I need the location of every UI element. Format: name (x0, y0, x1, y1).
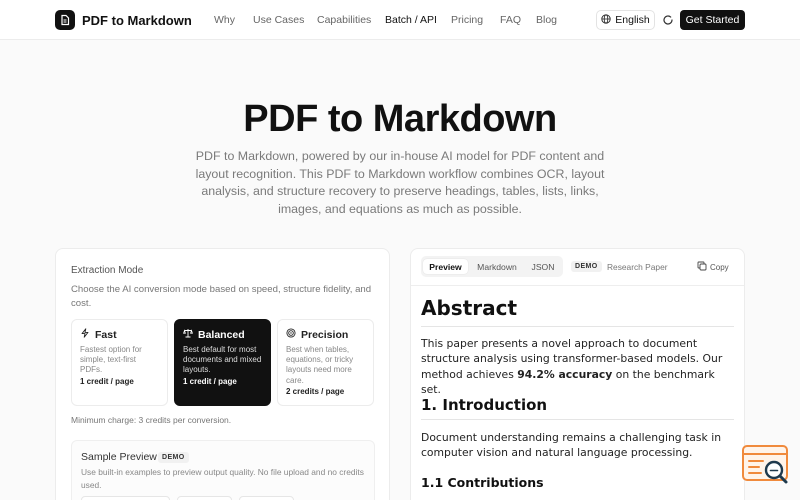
nav-why[interactable]: Why (214, 14, 235, 26)
extraction-mode-description: Choose the AI conversion mode based on s… (71, 284, 372, 309)
mode-name: Fast (95, 328, 117, 341)
card-divider (411, 285, 744, 286)
sample-document-name: Research Paper (607, 262, 668, 272)
scale-icon (183, 328, 193, 341)
nav-pricing[interactable]: Pricing (451, 14, 483, 26)
loading-spinner-icon (662, 13, 674, 25)
tab-markdown[interactable]: Markdown (470, 259, 524, 274)
globe-icon (601, 13, 611, 27)
language-selector[interactable]: English (596, 10, 655, 30)
tab-json[interactable]: JSON (526, 259, 560, 274)
copy-label: Copy (710, 262, 729, 272)
mode-description: Best when tables, equations, or tricky l… (286, 345, 354, 385)
nav-faq[interactable]: FAQ (500, 14, 521, 26)
nav-batch-api[interactable]: Batch / API (385, 14, 437, 26)
minimum-charge-note: Minimum charge: 3 credits per conversion… (71, 415, 232, 425)
nav-blog[interactable]: Blog (536, 14, 557, 26)
language-label: English (615, 14, 650, 26)
support-search-icon (742, 445, 788, 484)
sample-option-chip[interactable] (81, 496, 170, 500)
mode-option-precision[interactable]: Precision Best when tables, equations, o… (277, 319, 374, 406)
mode-option-balanced[interactable]: Balanced Best default for most documents… (174, 319, 271, 406)
tab-preview[interactable]: Preview (423, 259, 468, 274)
page-title: PDF to Markdown (243, 98, 557, 140)
mode-description: Fastest option for simple, text-first PD… (80, 345, 142, 375)
mode-option-fast[interactable]: Fast Fastest option for simple, text-fir… (71, 319, 168, 406)
heading-rule (421, 419, 734, 420)
nav-capabilities[interactable]: Capabilities (317, 14, 371, 26)
get-started-button[interactable]: Get Started (680, 10, 745, 30)
lightning-icon (80, 328, 90, 341)
mode-name: Balanced (198, 328, 245, 341)
preview-heading-1: Abstract (421, 296, 518, 320)
support-chat-widget[interactable] (741, 444, 791, 490)
mode-credit-cost: 1 credit / page (80, 377, 134, 386)
preview-paragraph-1: This paper presents a novel approach to … (421, 337, 723, 396)
document-icon (55, 10, 75, 30)
mode-credit-cost: 1 credit / page (183, 377, 237, 386)
hero-description: PDF to Markdown, powered by our in-house… (195, 149, 605, 216)
copy-button[interactable]: Copy (697, 261, 729, 273)
top-nav-bar: PDF to Markdown Why Use Cases Capabiliti… (0, 0, 800, 40)
sample-preview-description: Use built-in examples to preview output … (81, 467, 364, 490)
mode-description: Best default for most documents and mixe… (183, 345, 262, 375)
target-icon (286, 328, 296, 341)
sample-option-chip[interactable] (177, 496, 232, 500)
sample-preview-heading: Sample Preview (81, 451, 157, 463)
mode-name: Precision (301, 328, 349, 341)
preview-heading-3: 1.1 Contributions (421, 475, 544, 490)
brand-logo[interactable]: PDF to Markdown (55, 10, 192, 30)
extraction-mode-heading: Extraction Mode (71, 265, 144, 276)
copy-icon (697, 261, 707, 273)
sample-option-chip[interactable] (239, 496, 294, 500)
heading-rule (421, 326, 734, 327)
demo-badge: DEMO (158, 452, 189, 463)
preview-paragraph-2: Document understanding remains a challen… (421, 431, 722, 460)
preview-heading-2: 1. Introduction (421, 396, 548, 414)
mode-credit-cost: 2 credits / page (286, 387, 345, 396)
brand-name: PDF to Markdown (82, 12, 192, 28)
demo-badge: DEMO (571, 261, 602, 272)
nav-use-cases[interactable]: Use Cases (253, 14, 304, 26)
